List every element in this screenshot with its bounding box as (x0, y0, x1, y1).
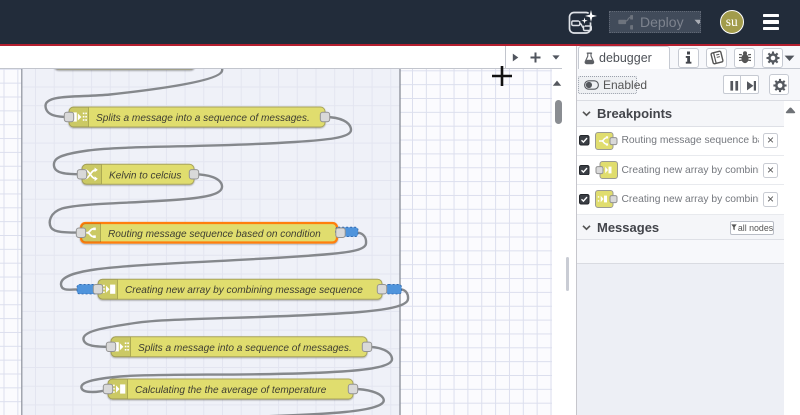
svg-text:Splits a message into a sequen: Splits a message into a sequence of mess… (138, 343, 352, 354)
svg-text:Splits a message into a sequen: Splits a message into a sequence of mess… (96, 113, 310, 124)
svg-text:Kelvin to celcius: Kelvin to celcius (109, 170, 181, 181)
svg-text:Calculating the the average of: Calculating the the average of temperatu… (135, 385, 327, 396)
svg-text:Routing message sequence based: Routing message sequence based on condit… (108, 229, 321, 240)
svg-text:Creating new array by combinin: Creating new array by combining message … (125, 285, 363, 296)
